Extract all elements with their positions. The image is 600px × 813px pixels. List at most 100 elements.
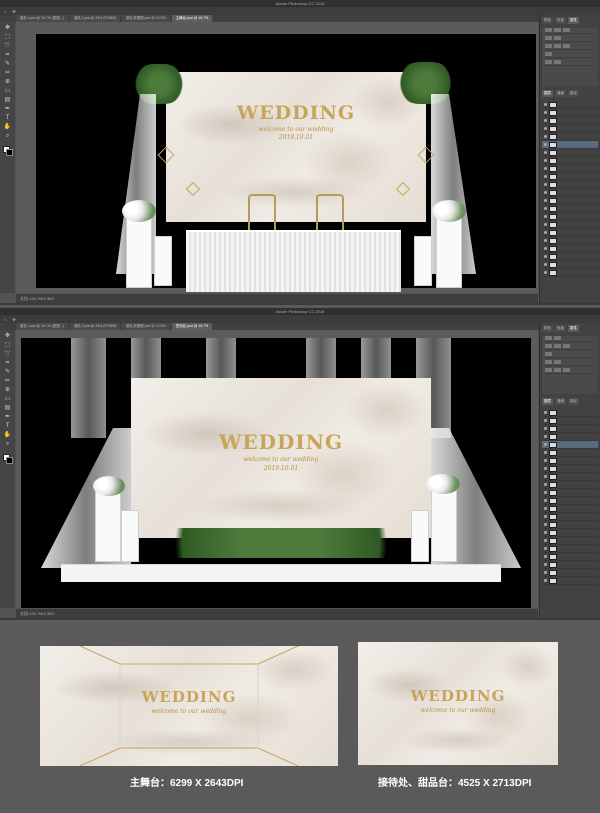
layer-row[interactable] bbox=[542, 101, 598, 109]
layer-row[interactable] bbox=[542, 237, 598, 245]
layer-row[interactable] bbox=[542, 577, 598, 585]
gradient-icon[interactable]: ▤ bbox=[4, 97, 12, 104]
layer-row[interactable] bbox=[542, 221, 598, 229]
layer-row[interactable] bbox=[542, 529, 598, 537]
background-color[interactable] bbox=[5, 149, 13, 156]
pen-icon[interactable]: ✒ bbox=[4, 414, 12, 421]
layer-row[interactable] bbox=[542, 545, 598, 553]
eye-icon[interactable] bbox=[544, 419, 547, 422]
move-icon[interactable]: ✥ bbox=[4, 333, 12, 340]
eyedropper-icon[interactable]: ✎ bbox=[4, 369, 12, 376]
document-tab[interactable]: 婚礼2.psd @ 25% (RGB/8) bbox=[70, 323, 121, 330]
eyedropper-icon[interactable]: ✎ bbox=[4, 61, 12, 68]
eye-icon[interactable] bbox=[544, 515, 547, 518]
layer-row[interactable] bbox=[542, 165, 598, 173]
layer-row[interactable] bbox=[542, 489, 598, 497]
document-tab[interactable]: 婚礼效果图.psd @ 12.5% bbox=[122, 15, 170, 22]
brush-icon[interactable]: ✏ bbox=[4, 378, 12, 385]
layer-row[interactable] bbox=[542, 425, 598, 433]
eye-icon[interactable] bbox=[544, 159, 547, 162]
brush-icon[interactable]: ✏ bbox=[4, 70, 12, 77]
layer-row[interactable] bbox=[542, 245, 598, 253]
layer-row[interactable] bbox=[542, 269, 598, 277]
eye-icon[interactable] bbox=[544, 483, 547, 486]
eye-icon[interactable] bbox=[544, 579, 547, 582]
layer-row[interactable] bbox=[542, 473, 598, 481]
layer-row-selected[interactable] bbox=[542, 441, 598, 449]
eye-icon[interactable] bbox=[544, 239, 547, 242]
home-icon[interactable]: ⌂ bbox=[4, 9, 6, 14]
panel-tab[interactable]: 属性 bbox=[568, 325, 579, 332]
move-icon[interactable]: ✥ bbox=[4, 25, 12, 32]
hand-icon[interactable]: ✋ bbox=[4, 432, 12, 439]
layer-row[interactable] bbox=[542, 229, 598, 237]
layer-row[interactable] bbox=[542, 157, 598, 165]
options-bar[interactable]: ⌂ ✥ bbox=[0, 7, 600, 15]
document-tab[interactable]: 婚礼效果图.psd @ 12.5% bbox=[122, 323, 170, 330]
eye-icon[interactable] bbox=[544, 491, 547, 494]
layer-row[interactable] bbox=[542, 457, 598, 465]
eraser-icon[interactable]: ▭ bbox=[4, 88, 12, 95]
type-icon[interactable]: T bbox=[4, 423, 12, 430]
color-swatches[interactable] bbox=[2, 146, 13, 156]
crop-icon[interactable]: ⌗ bbox=[4, 360, 12, 367]
crop-icon[interactable]: ⌗ bbox=[4, 52, 12, 59]
eye-icon[interactable] bbox=[544, 255, 547, 258]
home-icon[interactable]: ⌂ bbox=[4, 317, 6, 322]
eye-icon[interactable] bbox=[544, 555, 547, 558]
eye-icon[interactable] bbox=[544, 475, 547, 478]
eye-icon[interactable] bbox=[544, 199, 547, 202]
eye-icon[interactable] bbox=[544, 499, 547, 502]
layer-row[interactable] bbox=[542, 133, 598, 141]
layer-row[interactable] bbox=[542, 433, 598, 441]
layer-row[interactable] bbox=[542, 205, 598, 213]
layer-row[interactable] bbox=[542, 417, 598, 425]
layer-row[interactable] bbox=[542, 537, 598, 545]
eye-icon[interactable] bbox=[544, 263, 547, 266]
layer-row-selected[interactable] bbox=[542, 141, 598, 149]
eye-icon[interactable] bbox=[544, 111, 547, 114]
eye-icon[interactable] bbox=[544, 103, 547, 106]
eye-icon[interactable] bbox=[544, 119, 547, 122]
eye-icon[interactable] bbox=[544, 247, 547, 250]
layer-row[interactable] bbox=[542, 173, 598, 181]
eye-icon[interactable] bbox=[544, 271, 547, 274]
eye-icon[interactable] bbox=[544, 215, 547, 218]
move-tool-icon[interactable]: ✥ bbox=[12, 9, 15, 14]
eye-icon[interactable] bbox=[544, 443, 547, 446]
eye-icon[interactable] bbox=[544, 507, 547, 510]
eye-icon[interactable] bbox=[544, 143, 547, 146]
panel-tab[interactable]: 路径 bbox=[568, 90, 579, 97]
eye-icon[interactable] bbox=[544, 127, 547, 130]
document-canvas[interactable]: WEDDING welcome to our wedding 2019.10.0… bbox=[36, 34, 536, 292]
eye-icon[interactable] bbox=[544, 467, 547, 470]
panel-tab[interactable]: 通道 bbox=[555, 398, 566, 405]
panel-tab[interactable]: 图层 bbox=[542, 398, 553, 405]
layer-row[interactable] bbox=[542, 561, 598, 569]
pen-icon[interactable]: ✒ bbox=[4, 106, 12, 113]
layer-row[interactable] bbox=[542, 117, 598, 125]
layer-row[interactable] bbox=[542, 253, 598, 261]
eye-icon[interactable] bbox=[544, 459, 547, 462]
eye-icon[interactable] bbox=[544, 135, 547, 138]
canvas-area[interactable]: WEDDING welcome to our wedding 2019.10.0… bbox=[16, 22, 538, 293]
panel-tab[interactable]: 颜色 bbox=[542, 17, 553, 24]
eye-icon[interactable] bbox=[544, 191, 547, 194]
panel-tab[interactable]: 路径 bbox=[568, 398, 579, 405]
type-icon[interactable]: T bbox=[4, 115, 12, 122]
layer-row[interactable] bbox=[542, 465, 598, 473]
eye-icon[interactable] bbox=[544, 231, 547, 234]
marquee-icon[interactable]: ⬚ bbox=[4, 34, 12, 41]
zoom-icon[interactable]: ⌕ bbox=[4, 441, 12, 448]
document-canvas[interactable]: WEDDING welcome to our wedding 2019.10.0… bbox=[21, 338, 531, 608]
eye-icon[interactable] bbox=[544, 531, 547, 534]
panel-tab[interactable]: 色板 bbox=[555, 325, 566, 332]
panel-tab[interactable]: 通道 bbox=[555, 90, 566, 97]
eye-icon[interactable] bbox=[544, 167, 547, 170]
eye-icon[interactable] bbox=[544, 451, 547, 454]
layer-row[interactable] bbox=[542, 189, 598, 197]
panel-tab[interactable]: 色板 bbox=[555, 17, 566, 24]
document-tab[interactable]: 婚礼1.psd @ 16.7% (图层...) bbox=[16, 323, 69, 330]
layer-row[interactable] bbox=[542, 181, 598, 189]
color-swatches[interactable] bbox=[2, 454, 13, 464]
